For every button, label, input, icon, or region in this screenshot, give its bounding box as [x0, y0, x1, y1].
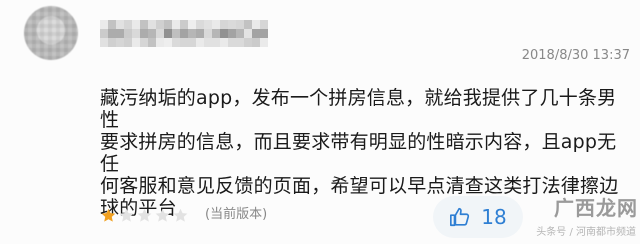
star-icon: [172, 207, 189, 224]
review-text: 藏污纳垢的app，发布一个拼房信息，就给我提供了几十条男性 要求拼房的信息，而且…: [100, 87, 619, 219]
review-card: 2018/8/30 13:37 藏污纳垢的app，发布一个拼房信息，就给我提供了…: [0, 0, 640, 244]
username-mosaic: [100, 20, 268, 48]
like-button[interactable]: 18: [433, 196, 523, 238]
star-rating: [100, 206, 189, 224]
star-icon: [136, 207, 153, 224]
review-timestamp: 2018/8/30 13:37: [521, 48, 630, 63]
watermark-logo-sub: 头条号 / 河南都市频道: [536, 227, 636, 238]
star-icon: [154, 207, 171, 224]
star-icon: [118, 207, 135, 224]
thumbs-up-icon: [449, 206, 471, 228]
star-icon: [100, 207, 117, 224]
avatar-icon[interactable]: [24, 6, 78, 60]
like-count: 18: [481, 205, 507, 229]
version-label: (当前版本): [205, 207, 268, 222]
